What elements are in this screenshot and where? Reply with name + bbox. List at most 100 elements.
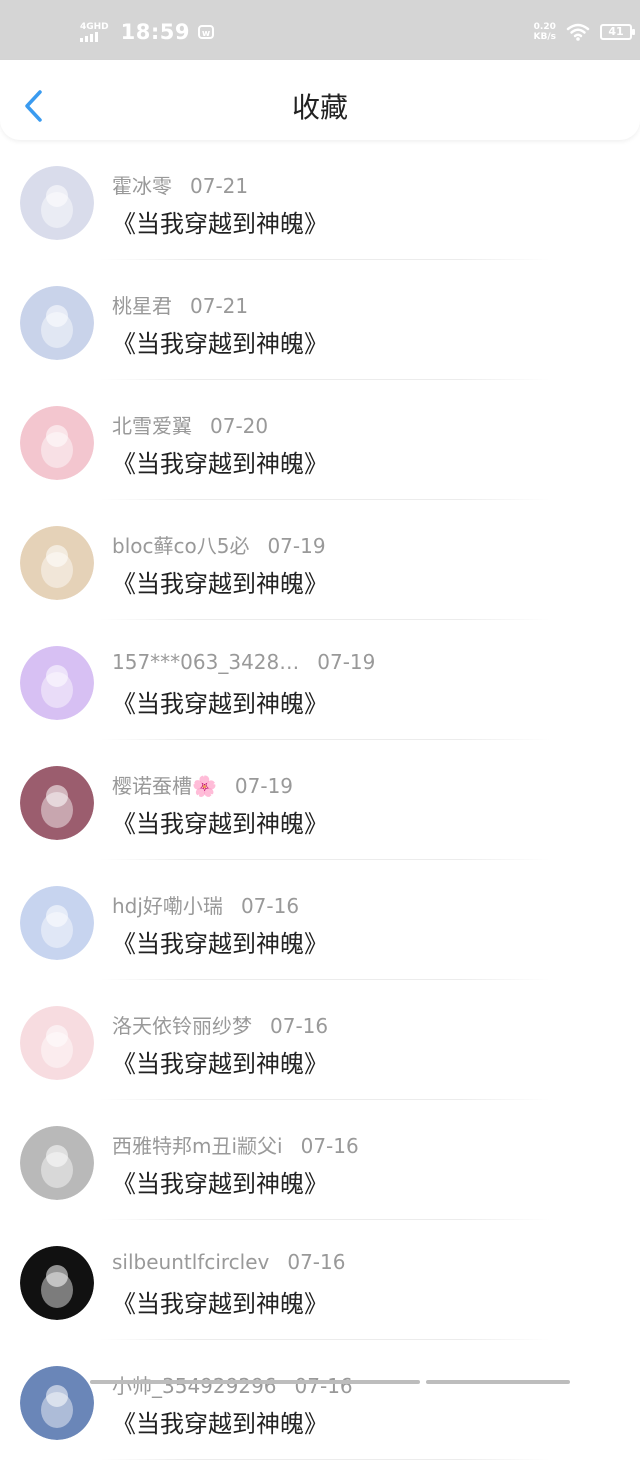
username[interactable]: 西雅特邦m丑i颛父i — [112, 1134, 283, 1158]
avatar[interactable] — [20, 1366, 94, 1440]
avatar-head — [46, 1385, 68, 1407]
item-date: 07-16 — [287, 1250, 346, 1274]
list-item[interactable]: 西雅特邦m丑i颛父i 07-16 《当我穿越到神魄》 — [0, 1100, 640, 1220]
network-speed: 0.20 KB/s — [534, 22, 556, 42]
book-title[interactable]: 《当我穿越到神魄》 — [112, 1044, 328, 1079]
list-item[interactable]: silbeuntlfcirclev 07-16 《当我穿越到神魄》 — [0, 1220, 640, 1340]
avatar[interactable] — [20, 286, 94, 360]
avatar-head — [46, 1145, 68, 1167]
avatar-head — [46, 545, 68, 567]
network-speed-unit: KB/s — [533, 32, 556, 42]
app-notification-icon: w — [198, 25, 215, 39]
avatar-head — [46, 185, 68, 207]
avatar[interactable] — [20, 1126, 94, 1200]
item-date: 07-16 — [270, 1014, 329, 1038]
avatar[interactable] — [20, 766, 94, 840]
item-meta: 洛天依铃丽纱梦 07-16 — [112, 1010, 328, 1039]
book-title[interactable]: 《当我穿越到神魄》 — [112, 1284, 328, 1319]
avatar-image — [20, 166, 94, 240]
network-indicator: 4GHD — [80, 22, 115, 42]
username[interactable]: 157***063_3428… — [112, 650, 299, 674]
book-title[interactable]: 《当我穿越到神魄》 — [112, 684, 328, 719]
list-item[interactable]: 洛天依铃丽纱梦 07-16 《当我穿越到神魄》 — [0, 980, 640, 1100]
username[interactable]: 小帅_354929296 — [112, 1374, 277, 1398]
signal-icon — [80, 32, 115, 42]
avatar-head — [46, 425, 68, 447]
item-meta: silbeuntlfcirclev 07-16 — [112, 1250, 345, 1274]
avatar[interactable] — [20, 886, 94, 960]
username[interactable]: bloc藓co八5必 — [112, 534, 249, 558]
home-indicator — [0, 1380, 640, 1385]
list-item[interactable]: 北雪爱翼 07-20 《当我穿越到神魄》 — [0, 380, 640, 500]
item-date: 07-20 — [210, 414, 269, 438]
favorites-list: 霍冰零 07-21 《当我穿越到神魄》 桃星君 07-21 《当我穿越到神魄》 北雪… — [0, 140, 640, 1460]
item-meta: 北雪爱翼 07-20 — [112, 410, 268, 439]
item-date: 07-16 — [300, 1134, 359, 1158]
avatar-image — [20, 1366, 94, 1440]
book-title[interactable]: 《当我穿越到神魄》 — [112, 204, 328, 239]
list-item[interactable]: hdj好嘞小瑞 07-16 《当我穿越到神魄》 — [0, 860, 640, 980]
avatar[interactable] — [20, 526, 94, 600]
item-meta: 桃星君 07-21 — [112, 290, 248, 319]
avatar-image — [20, 886, 94, 960]
username[interactable]: 洛天依铃丽纱梦 — [112, 1014, 252, 1038]
item-date: 07-16 — [240, 894, 300, 918]
avatar-image — [20, 646, 94, 720]
battery-icon: 41 — [600, 24, 635, 40]
avatar-head — [46, 905, 68, 927]
avatar[interactable] — [20, 166, 94, 240]
status-right: 0.20 KB/s 41 — [534, 22, 635, 42]
item-meta: 157***063_3428… 07-19 — [112, 650, 375, 674]
item-date: 07-19 — [267, 534, 326, 558]
book-title[interactable]: 《当我穿越到神魄》 — [112, 1404, 328, 1439]
list-item[interactable]: 霍冰零 07-21 《当我穿越到神魄》 — [0, 140, 640, 260]
avatar-image — [20, 1246, 94, 1320]
item-meta: 西雅特邦m丑i颛父i 07-16 — [112, 1130, 359, 1159]
avatar-image — [20, 1126, 94, 1200]
nav-header: 收藏 — [0, 60, 640, 140]
avatar-head — [46, 305, 68, 327]
avatar-image — [20, 406, 94, 480]
item-date: 07-16 — [294, 1374, 353, 1398]
avatar[interactable] — [20, 1006, 94, 1080]
avatar-image — [20, 766, 94, 840]
username[interactable]: 桃星君 — [112, 294, 172, 318]
list-item[interactable]: 157***063_3428… 07-19 《当我穿越到神魄》 — [0, 620, 640, 740]
item-date: 07-21 — [190, 174, 249, 198]
avatar-head — [46, 1025, 68, 1047]
item-date: 07-19 — [234, 774, 294, 798]
avatar-image — [20, 1006, 94, 1080]
book-title[interactable]: 《当我穿越到神魄》 — [112, 324, 328, 359]
avatar[interactable] — [20, 1246, 94, 1320]
status-left: 4GHD 18:59 w — [80, 20, 215, 44]
list-item[interactable]: 桃星君 07-21 《当我穿越到神魄》 — [0, 260, 640, 380]
username[interactable]: 北雪爱翼 — [112, 414, 192, 438]
avatar[interactable] — [20, 646, 94, 720]
avatar-head — [46, 1265, 68, 1287]
home-indicator-segment — [426, 1380, 570, 1384]
book-title[interactable]: 《当我穿越到神魄》 — [112, 804, 328, 839]
item-meta: 霍冰零 07-21 — [112, 170, 248, 199]
username[interactable]: 樱诺蚕槽🌸 — [112, 774, 217, 798]
status-time: 18:59 — [120, 20, 191, 44]
list-item[interactable]: 樱诺蚕槽🌸 07-19 《当我穿越到神魄》 — [0, 740, 640, 860]
wifi-icon — [566, 23, 590, 41]
book-title[interactable]: 《当我穿越到神魄》 — [112, 1164, 328, 1199]
item-meta: bloc藓co八5必 07-19 — [112, 530, 326, 559]
avatar-head — [46, 785, 68, 807]
avatar[interactable] — [20, 406, 94, 480]
avatar-head — [46, 665, 68, 687]
username[interactable]: silbeuntlfcirclev — [112, 1250, 269, 1274]
book-title[interactable]: 《当我穿越到神魄》 — [112, 444, 328, 479]
page-title: 收藏 — [291, 91, 348, 124]
book-title[interactable]: 《当我穿越到神魄》 — [112, 564, 328, 599]
list-item[interactable]: 小帅_354929296 07-16 《当我穿越到神魄》 — [0, 1340, 640, 1460]
item-date: 07-19 — [317, 650, 376, 674]
username[interactable]: hdj好嘞小瑞 — [112, 894, 223, 918]
avatar-image — [20, 286, 94, 360]
avatar-image — [20, 526, 94, 600]
list-item[interactable]: bloc藓co八5必 07-19 《当我穿越到神魄》 — [0, 500, 640, 620]
status-bar: 4GHD 18:59 w 0.20 KB/s 41 — [0, 0, 640, 60]
book-title[interactable]: 《当我穿越到神魄》 — [112, 924, 328, 959]
username[interactable]: 霍冰零 — [112, 174, 172, 198]
